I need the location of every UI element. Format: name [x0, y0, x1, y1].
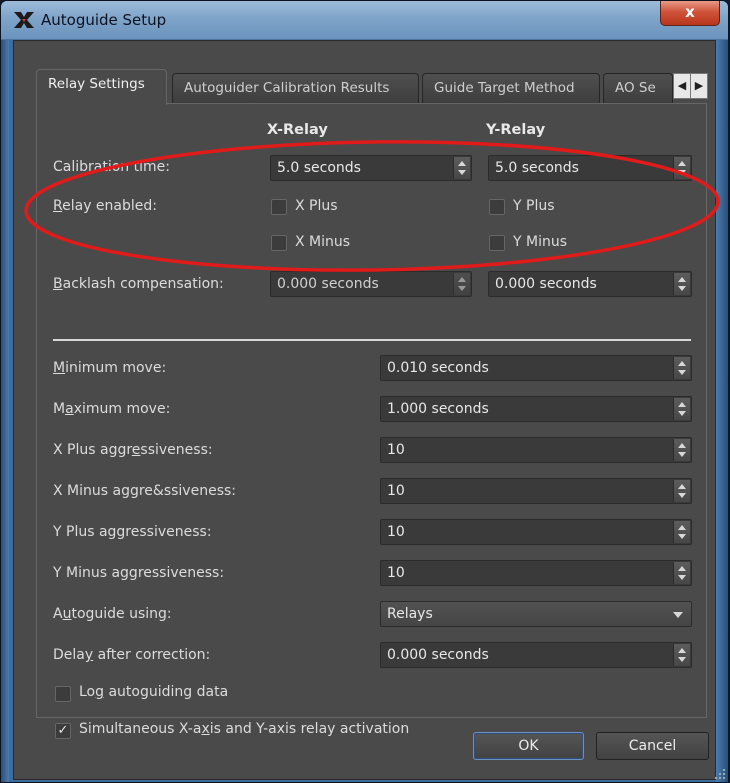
tab-label: Autoguider Calibration Results [184, 80, 390, 96]
x-plus-checkbox[interactable] [271, 199, 287, 215]
x-minus-aggressiveness-label: X Minus aggre&ssiveness: [53, 483, 236, 499]
title-bar[interactable]: Autoguide Setup x [1, 1, 728, 40]
maximum-move-spinbox[interactable]: 1.000 seconds [380, 396, 692, 422]
spinbox-value: 0.010 seconds [387, 360, 489, 376]
y-plus-aggressiveness-label: Y Plus aggressiveness: [53, 524, 212, 540]
y-minus-aggressiveness-label: Y Minus aggressiveness: [53, 565, 225, 581]
y-relay-header: Y-Relay [486, 122, 546, 138]
y-calibration-time-spinbox[interactable]: 5.0 seconds [488, 155, 692, 181]
simultaneous-relay-label: Simultaneous X-axis and Y-axis relay act… [79, 721, 410, 737]
tab-relay-settings[interactable]: Relay Settings [36, 69, 167, 105]
checkmark-icon: ✓ [57, 723, 69, 738]
autoguide-using-select[interactable]: Relays [380, 601, 692, 627]
spin-arrows-icon[interactable] [673, 644, 690, 666]
spin-arrows-icon[interactable] [673, 480, 690, 502]
log-autoguiding-label: Log autoguiding data [79, 684, 229, 700]
relay-enabled-label: Relay enabled: [53, 198, 157, 214]
tab-label: Relay Settings [48, 76, 145, 92]
y-plus-label: Y Plus [513, 198, 555, 214]
relay-settings-panel: X-Relay Y-Relay Calibration time: 5.0 se… [36, 103, 707, 739]
spin-arrows-icon[interactable] [673, 439, 690, 461]
maximum-move-label: Maximum move: [53, 401, 171, 417]
spin-arrows-icon[interactable] [453, 157, 470, 179]
close-button[interactable]: x [660, 1, 720, 26]
tab-bar: Relay Settings Autoguider Calibration Re… [36, 69, 708, 105]
spin-arrows-icon[interactable] [673, 521, 690, 543]
calibration-time-label: Calibration time: [53, 159, 170, 175]
autoguide-using-label: Autoguide using: [53, 606, 172, 622]
tab-scroll-left-icon[interactable]: ◀ [673, 73, 691, 99]
y-plus-checkbox[interactable] [489, 199, 505, 215]
y-minus-checkbox[interactable] [489, 235, 505, 251]
y-backlash-spinbox[interactable]: 0.000 seconds [488, 271, 692, 297]
spinbox-value: 0.000 seconds [277, 276, 379, 292]
delay-after-correction-label: Delay after correction: [53, 647, 211, 663]
ok-button[interactable]: OK [473, 732, 584, 760]
spinbox-value: 10 [387, 442, 405, 458]
spin-arrows-icon[interactable] [673, 157, 690, 179]
spinbox-value: 10 [387, 483, 405, 499]
x-plus-label: X Plus [295, 198, 338, 214]
x-minus-aggressiveness-spinbox[interactable]: 10 [380, 478, 692, 504]
tab-label: AO Se [615, 80, 656, 96]
tab-scroll-right-icon[interactable]: ▶ [690, 73, 708, 99]
close-icon: x [685, 3, 695, 21]
x-backlash-spinbox[interactable]: 0.000 seconds [270, 271, 472, 297]
minimum-move-spinbox[interactable]: 0.010 seconds [380, 355, 692, 381]
delay-after-correction-spinbox[interactable]: 0.000 seconds [380, 642, 692, 668]
cancel-button[interactable]: Cancel [596, 732, 709, 760]
tab-label: Guide Target Method [434, 80, 575, 96]
backlash-compensation-label: Backlash compensation: [53, 276, 224, 292]
tab-ao-settings[interactable]: AO Se [603, 73, 673, 103]
spinbox-value: 10 [387, 565, 405, 581]
spin-arrows-icon[interactable] [673, 357, 690, 379]
simultaneous-relay-checkbox[interactable]: ✓ [55, 723, 71, 739]
x-relay-header: X-Relay [267, 122, 328, 138]
spin-arrows-icon[interactable] [673, 562, 690, 584]
x-calibration-time-spinbox[interactable]: 5.0 seconds [270, 155, 472, 181]
section-divider [53, 339, 691, 341]
spin-arrows-icon[interactable] [453, 273, 470, 295]
tab-autoguider-calibration-results[interactable]: Autoguider Calibration Results [172, 73, 419, 103]
y-plus-aggressiveness-spinbox[interactable]: 10 [380, 519, 692, 545]
window-frame-left [1, 40, 9, 782]
select-value: Relays [387, 606, 433, 622]
spinbox-value: 1.000 seconds [387, 401, 489, 417]
spinbox-value: 10 [387, 524, 405, 540]
spin-arrows-icon[interactable] [673, 273, 690, 295]
y-minus-aggressiveness-spinbox[interactable]: 10 [380, 560, 692, 586]
x-plus-aggressiveness-label: X Plus aggressiveness: [53, 442, 213, 458]
log-autoguiding-checkbox[interactable] [55, 686, 71, 702]
window-title: Autoguide Setup [41, 11, 167, 29]
spinbox-value: 5.0 seconds [277, 160, 361, 176]
y-minus-label: Y Minus [513, 234, 568, 250]
spinbox-value: 0.000 seconds [495, 276, 597, 292]
window-frame-right [716, 40, 728, 782]
minimum-move-label: Minimum move: [53, 360, 167, 376]
chevron-down-icon [673, 612, 683, 618]
autoguide-setup-window: Autoguide Setup x Relay Settings Autogui… [0, 0, 729, 783]
spin-arrows-icon[interactable] [673, 398, 690, 420]
app-logo-icon [14, 12, 34, 28]
dialog-body: Relay Settings Autoguider Calibration Re… [13, 40, 716, 780]
spinbox-value: 5.0 seconds [495, 160, 579, 176]
x-minus-checkbox[interactable] [271, 235, 287, 251]
spinbox-value: 0.000 seconds [387, 647, 489, 663]
resize-grip-icon[interactable] [714, 768, 726, 780]
x-plus-aggressiveness-spinbox[interactable]: 10 [380, 437, 692, 463]
x-minus-label: X Minus [295, 234, 351, 250]
tab-guide-target-method[interactable]: Guide Target Method [422, 73, 600, 103]
